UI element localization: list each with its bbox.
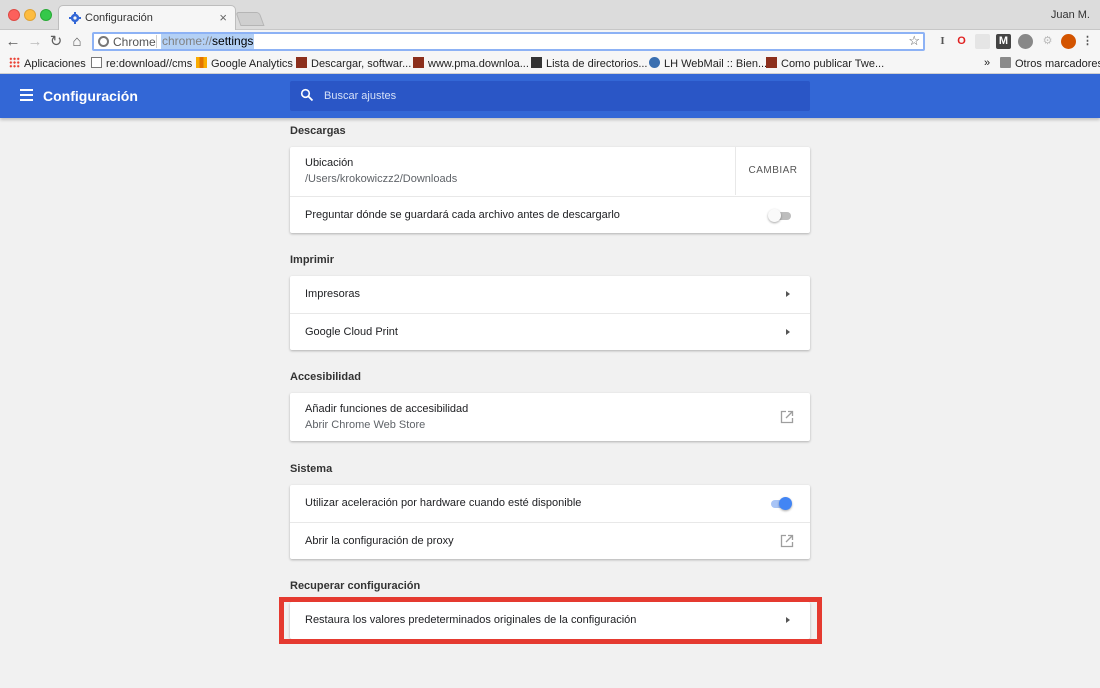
- chrome-page-icon: [98, 36, 109, 47]
- tab-title: Configuración: [85, 12, 153, 24]
- url-scheme: chrome://: [162, 34, 213, 48]
- folder-icon: [1000, 57, 1011, 68]
- back-arrow-icon[interactable]: ←: [4, 33, 22, 51]
- reload-icon[interactable]: ↻: [47, 33, 65, 51]
- ask-where-toggle[interactable]: [768, 208, 792, 222]
- maximize-window-button[interactable]: [40, 9, 52, 21]
- open-store-label: Abrir Chrome Web Store: [305, 419, 426, 431]
- analytics-icon: [196, 57, 207, 68]
- section-title-accesibilidad: Accesibilidad: [290, 371, 361, 383]
- gear-icon: [69, 12, 81, 24]
- window-titlebar: Configuración × Juan M.: [0, 0, 1100, 31]
- bookmarks-bar: Aplicaciones re:download//cms Google Ana…: [0, 54, 1100, 74]
- ext-instapaper-icon[interactable]: I: [935, 34, 950, 49]
- bookmark-redownload[interactable]: re:download//cms: [91, 57, 192, 70]
- minimize-window-button[interactable]: [24, 9, 36, 21]
- row-hardware-acceleration[interactable]: Utilizar aceleración por hardware cuando…: [290, 485, 810, 522]
- settings-search[interactable]: [290, 81, 810, 111]
- new-tab-button[interactable]: [235, 12, 265, 26]
- tab-settings[interactable]: Configuración ×: [58, 5, 236, 31]
- change-location-button[interactable]: CAMBIAR: [735, 147, 810, 195]
- bookmark-twitter[interactable]: Como publicar Twe...: [766, 57, 884, 70]
- toggle-knob: [768, 209, 781, 222]
- location-path: /Users/krokowiczz2/Downloads: [305, 173, 458, 185]
- bookmark-pma[interactable]: www.pma.downloa...: [413, 57, 529, 70]
- site-icon: [413, 57, 424, 68]
- apps-grid-icon: [9, 57, 20, 68]
- bookmark-star-icon[interactable]: ☆: [908, 33, 920, 49]
- ext-puzzle-icon[interactable]: ⚙: [1040, 34, 1055, 49]
- row-printers[interactable]: Impresoras: [290, 276, 810, 313]
- bookmarks-more[interactable]: »: [984, 57, 990, 69]
- external-link-icon: [780, 534, 794, 548]
- card-sistema: Utilizar aceleración por hardware cuando…: [290, 485, 810, 559]
- page-title: Configuración: [43, 88, 138, 104]
- ext-opera-icon[interactable]: O: [954, 34, 969, 49]
- settings-header: Configuración: [0, 74, 1100, 118]
- row-cloud-print[interactable]: Google Cloud Print: [290, 313, 810, 350]
- menu-dots-icon[interactable]: ⋮: [1080, 34, 1095, 49]
- card-imprimir: Impresoras Google Cloud Print: [290, 276, 810, 350]
- section-title-recuperar: Recuperar configuración: [290, 580, 421, 592]
- ext-gmail-icon[interactable]: M: [996, 34, 1011, 49]
- row-proxy-settings[interactable]: Abrir la configuración de proxy: [290, 522, 810, 559]
- url-host: settings: [212, 34, 254, 48]
- ext-globe-icon[interactable]: [1018, 34, 1033, 49]
- hw-accel-toggle[interactable]: [768, 496, 792, 510]
- toggle-knob: [779, 497, 792, 510]
- close-window-button[interactable]: [8, 9, 20, 21]
- chevron-right-icon: [786, 291, 790, 297]
- site-icon: [766, 57, 777, 68]
- section-title-sistema: Sistema: [290, 463, 333, 475]
- ask-where-label: Preguntar dónde se guardará cada archivo…: [305, 209, 620, 221]
- bookmark-other[interactable]: Otros marcadores: [1000, 57, 1100, 70]
- search-icon: [300, 88, 314, 102]
- row-accessibility-features[interactable]: Añadir funciones de accesibilidad Abrir …: [290, 393, 810, 441]
- accessibility-label: Añadir funciones de accesibilidad: [305, 403, 469, 415]
- mail-icon: [649, 57, 660, 68]
- ext-fox-icon[interactable]: [1061, 34, 1076, 49]
- search-input[interactable]: [324, 87, 794, 105]
- section-title-imprimir: Imprimir: [290, 254, 335, 266]
- omnibox-separator: [156, 35, 157, 48]
- address-bar[interactable]: Chrome chrome://settings ☆: [92, 32, 925, 51]
- bookmark-directorios[interactable]: Lista de directorios...: [531, 57, 648, 70]
- forward-arrow-icon[interactable]: →: [26, 33, 44, 51]
- home-icon[interactable]: ⌂: [68, 33, 86, 51]
- site-icon: [296, 57, 307, 68]
- section-title-descargas: Descargas: [290, 125, 346, 137]
- ext-rss-icon[interactable]: [975, 34, 990, 49]
- bookmark-analytics[interactable]: Google Analytics: [196, 57, 293, 70]
- site-icon: [531, 57, 542, 68]
- chevron-right-icon: [786, 329, 790, 335]
- cloud-print-label: Google Cloud Print: [305, 326, 398, 338]
- printers-label: Impresoras: [305, 288, 361, 300]
- hamburger-menu-icon[interactable]: [20, 89, 33, 101]
- browser-toolbar: ← → ↻ ⌂ Chrome chrome://settings ☆ I O M…: [0, 30, 1100, 54]
- card-accesibilidad: Añadir funciones de accesibilidad Abrir …: [290, 393, 810, 441]
- page-icon: [91, 57, 102, 68]
- proxy-label: Abrir la configuración de proxy: [305, 535, 454, 547]
- omnibox-chip: Chrome: [113, 35, 156, 49]
- profile-name[interactable]: Juan M.: [1051, 9, 1090, 21]
- location-label: Ubicación: [305, 157, 354, 169]
- bookmark-descargar[interactable]: Descargar, softwar...: [296, 57, 411, 70]
- external-link-icon: [780, 410, 794, 424]
- row-ask-where-save[interactable]: Preguntar dónde se guardará cada archivo…: [290, 196, 810, 233]
- row-download-location: Ubicación /Users/krokowiczz2/Downloads C…: [290, 147, 810, 196]
- card-descargas: Ubicación /Users/krokowiczz2/Downloads C…: [290, 147, 810, 233]
- omnibox-url[interactable]: chrome://settings: [161, 34, 255, 49]
- bookmark-webmail[interactable]: LH WebMail :: Bien...: [649, 57, 767, 70]
- highlight-annotation-box: [279, 597, 822, 644]
- tab-close-icon[interactable]: ×: [219, 10, 227, 25]
- hw-accel-label: Utilizar aceleración por hardware cuando…: [305, 497, 582, 509]
- bookmark-apps[interactable]: Aplicaciones: [9, 57, 86, 70]
